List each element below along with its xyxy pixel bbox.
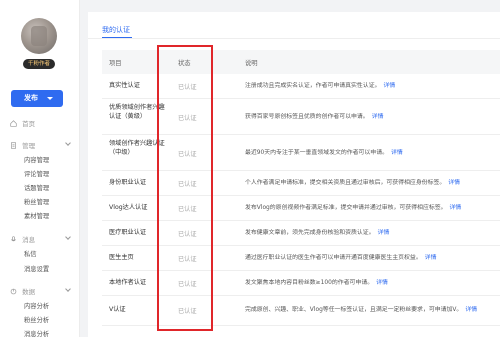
cert-status: 已认证 — [178, 84, 197, 91]
sidebar-group-messages[interactable]: 消息 — [10, 234, 35, 244]
cert-status: 已认证 — [178, 115, 197, 122]
app-root: 千粉作者 发布 首页 管理 内容管理 评论管理 话题管理 粉丝管理 素材管理 消… — [0, 0, 500, 337]
tab-my-certification[interactable]: 我的认证 — [102, 25, 130, 35]
sidebar-item-fans[interactable]: 粉丝管理 — [24, 197, 49, 206]
table-row: 医生主页 已认证 通过医疗职业认证的医生作者可以申请开通百度健康医生主页权益。详… — [102, 246, 500, 271]
sidebar-group-label: 管理 — [22, 142, 36, 150]
cert-status: 已认证 — [178, 308, 197, 315]
cert-desc-text: 完成原创、兴趣、职业、Vlog等任一标签认证，且满足一定粉丝要求，可申请加V。 — [245, 307, 463, 313]
cert-name: Vlog达人认证 — [109, 204, 148, 211]
sidebar-group-manage[interactable]: 管理 — [10, 140, 35, 150]
chevron-down-icon[interactable] — [65, 234, 71, 240]
detail-link[interactable]: 详情 — [465, 307, 477, 313]
cert-desc-text: 个人作者满足申请标准，提交相关资质且通过审核后，可获得相应身份标签。 — [245, 180, 446, 186]
cert-desc-text: 发文聚焦本地内容目粉丝数≥100的作者可申请。 — [245, 280, 374, 286]
sidebar-group-label: 数据 — [22, 288, 36, 296]
sidebar-item-comments[interactable]: 评论管理 — [24, 169, 49, 178]
cert-name: V认证 — [109, 306, 126, 313]
cert-name: 医生主页 — [109, 254, 134, 261]
sidebar-item-message-analysis[interactable]: 消息分析 — [24, 329, 49, 337]
sidebar-item-topics[interactable]: 话题管理 — [24, 183, 49, 192]
detail-link[interactable]: 详情 — [376, 280, 388, 286]
cert-name: 医疗职业认证 — [109, 229, 147, 236]
sidebar-item-home[interactable]: 首页 — [10, 118, 35, 128]
cert-status: 已认证 — [178, 181, 197, 188]
cert-desc: 获得百家号原创标签且优质的创作者可以申请。 详情 — [245, 113, 500, 121]
table-row: 身份职业认证 已认证 个人作者满足申请标准，提交相关资质且通过审核后，可获得相应… — [102, 171, 500, 196]
table-row: 本地作者认证 已认证 发文聚焦本地内容目粉丝数≥100的作者可申请。 详情 — [102, 271, 500, 296]
table-row: 领域创作者兴趣认证（中级） 已认证 最近90天内专注于某一垂直领域发文的作者可以… — [102, 135, 500, 171]
table-row: V认证 已认证 完成原创、兴趣、职业、Vlog等任一标签认证，且满足一定粉丝要求… — [102, 296, 500, 326]
sidebar: 千粉作者 发布 首页 管理 内容管理 评论管理 话题管理 粉丝管理 素材管理 消… — [0, 0, 80, 337]
cert-desc-text: 获得百家号原创标签且优质的创作者可以申请。 — [245, 114, 369, 120]
detail-link[interactable]: 详情 — [378, 230, 390, 236]
chevron-down-icon[interactable] — [65, 286, 71, 292]
cert-desc: 注册成功且完成实名认证，作者可申请真实性认证。 详情 — [245, 82, 500, 90]
sidebar-item-content[interactable]: 内容管理 — [24, 155, 49, 164]
chart-icon — [10, 288, 17, 295]
detail-link[interactable]: 详情 — [372, 114, 384, 120]
cert-status: 已认证 — [178, 256, 197, 263]
cert-name: 身份职业认证 — [109, 179, 147, 186]
cert-status: 已认证 — [178, 231, 197, 238]
mic-icon — [11, 236, 16, 242]
table-row: Vlog达人认证 已认证 发布Vlog的原创视频作者满足标准，提交申请并通过审核… — [102, 196, 500, 221]
sidebar-item-fans-analysis[interactable]: 粉丝分析 — [24, 315, 49, 324]
cert-desc-text: 注册成功且完成实名认证，作者可申请真实性认证。 — [245, 83, 381, 89]
table-row: 优质领域创作者兴趣认证（黄级） 已认证 获得百家号原创标签且优质的创作者可以申请… — [102, 99, 500, 135]
sidebar-item-message-settings[interactable]: 消息设置 — [24, 264, 49, 273]
cert-desc: 完成原创、兴趣、职业、Vlog等任一标签认证，且满足一定粉丝要求，可申请加V。详… — [245, 306, 500, 314]
detail-link[interactable]: 详情 — [391, 150, 403, 156]
tab-divider — [88, 38, 500, 39]
cert-desc-text: 通过医疗职业认证的医生作者可以申请开通百度健康医生主页权益。 — [245, 255, 422, 261]
cert-desc-text: 最近90天内专注于某一垂直领域发文的作者可以申请。 — [245, 150, 388, 156]
table-header: 项目 状态 说明 — [102, 50, 500, 74]
cert-desc-text: 发布Vlog的原创视频作者满足标准，提交申请并通过审核，可获得相应标签。 — [245, 205, 447, 211]
sidebar-item-content-analysis[interactable]: 内容分析 — [24, 301, 49, 310]
table-row: 医疗职业认证 已认证 发布健康文章前，须先完成身份核验和资质认证。 详情 — [102, 221, 500, 246]
cert-name: 优质领域创作者兴趣认证（黄级） — [109, 104, 165, 120]
sidebar-group-data[interactable]: 数据 — [10, 286, 35, 296]
cert-status: 已认证 — [178, 206, 197, 213]
cert-name: 本地作者认证 — [109, 279, 147, 286]
publish-button-label: 发布 — [24, 94, 38, 102]
sidebar-item-materials[interactable]: 素材管理 — [24, 211, 49, 220]
detail-link[interactable]: 详情 — [450, 205, 462, 211]
chevron-down-icon[interactable] — [65, 140, 71, 146]
detail-link[interactable]: 详情 — [383, 83, 395, 89]
cert-desc: 个人作者满足申请标准，提交相关资质且通过审核后，可获得相应身份标签。 详情 — [245, 179, 500, 187]
column-header-item: 项目 — [109, 60, 122, 67]
cert-desc: 通过医疗职业认证的医生作者可以申请开通百度健康医生主页权益。 详情 — [245, 254, 500, 262]
cert-name: 真实性认证 — [109, 82, 140, 89]
cert-desc: 发布Vlog的原创视频作者满足标准，提交申请并通过审核，可获得相应标签。 详情 — [245, 204, 500, 212]
cert-desc: 发文聚焦本地内容目粉丝数≥100的作者可申请。 详情 — [245, 279, 500, 287]
column-header-desc: 说明 — [245, 60, 258, 67]
publish-button[interactable]: 发布 — [11, 90, 63, 107]
document-icon — [11, 142, 16, 149]
cert-desc: 发布健康文章前，须先完成身份核验和资质认证。 详情 — [245, 229, 500, 237]
table-row: 真实性认证 已认证 注册成功且完成实名认证，作者可申请真实性认证。 详情 — [102, 74, 500, 99]
main-panel: 我的认证 项目 状态 说明 真实性认证 已认证 注册成功且完成实名认证，作者可申… — [88, 12, 500, 337]
caret-down-icon — [47, 97, 53, 100]
cert-name: 领域创作者兴趣认证（中级） — [109, 140, 165, 156]
avatar[interactable] — [21, 18, 57, 54]
sidebar-item-label: 首页 — [22, 120, 36, 128]
column-header-status: 状态 — [178, 60, 191, 67]
detail-link[interactable]: 详情 — [425, 255, 437, 261]
cert-desc: 最近90天内专注于某一垂直领域发文的作者可以申请。 详情 — [245, 149, 500, 157]
sidebar-group-label: 消息 — [22, 236, 36, 244]
sidebar-item-private-message[interactable]: 私信 — [24, 249, 37, 258]
home-icon — [10, 120, 17, 127]
detail-link[interactable]: 详情 — [448, 180, 460, 186]
cert-status: 已认证 — [178, 151, 197, 158]
cert-status: 已认证 — [178, 281, 197, 288]
cert-desc-text: 发布健康文章前，须先完成身份核验和资质认证。 — [245, 230, 375, 236]
level-badge: 千粉作者 — [23, 59, 55, 69]
